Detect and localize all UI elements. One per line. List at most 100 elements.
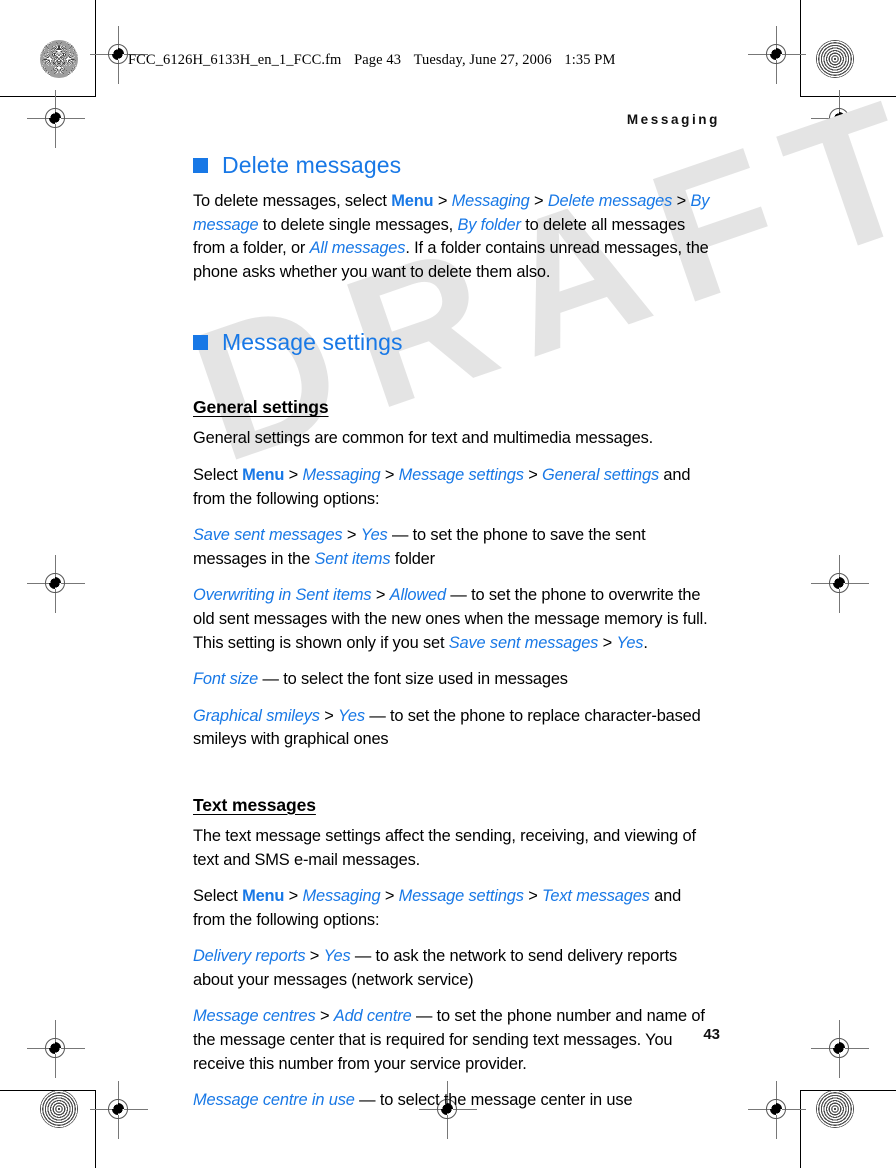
registration-mark-upper-left-edge [27, 90, 85, 148]
path-separator: > [672, 192, 691, 210]
path-separator: > [523, 465, 543, 484]
body-paragraph: Overwriting in Sent items > Allowed — to… [193, 584, 713, 655]
body-paragraph: Select Menu > Messaging > Message settin… [193, 464, 713, 511]
path-separator: > [433, 192, 452, 210]
path-separator: > [380, 465, 399, 484]
path-separator: > [305, 947, 324, 966]
subsection-spacer [193, 367, 713, 397]
path-separator: > [342, 526, 361, 545]
ui-setting-term: Allowed [389, 586, 447, 605]
registration-mark-mid-left [27, 555, 85, 613]
ui-setting-term: Messaging [302, 887, 381, 906]
text-run: Select [193, 887, 243, 906]
trim-line-right [800, 0, 801, 96]
ui-setting-term: Messaging [451, 192, 530, 210]
ui-menu-term: Menu [242, 465, 285, 484]
section-heading-label: Message settings [222, 329, 403, 356]
trim-line-left [95, 0, 96, 96]
rosette-target-bottom-left [40, 1090, 78, 1128]
registration-mark-lower-left-edge [27, 1020, 85, 1078]
text-run: to delete single messages, [258, 215, 458, 234]
body-paragraph: To delete messages, select Menu > Messag… [193, 190, 713, 284]
registration-mark-bottom-right [748, 1081, 806, 1139]
registration-mark-bottom-left [90, 1081, 148, 1139]
ui-setting-term: Yes [360, 526, 388, 545]
proof-file-header: FCC_6126H_6133H_en_1_FCC.fm Page 43 Tues… [128, 52, 624, 69]
proof-filename: FCC_6126H_6133H_en_1_FCC.fm [128, 52, 342, 68]
ui-setting-term: All messages [309, 239, 406, 258]
registration-mark-top-right [748, 26, 806, 84]
proof-time: 1:35 PM [564, 52, 616, 68]
path-separator: > [598, 633, 617, 652]
text-run: . [643, 633, 648, 652]
text-run: To delete messages, select [193, 192, 392, 210]
ui-setting-term: Message centre in use [193, 1091, 355, 1110]
page-content: Delete messages To delete messages, selec… [193, 152, 713, 1113]
body-paragraph: Graphical smileys > Yes — to set the pho… [193, 705, 713, 752]
subsection-heading: Text messages [193, 794, 316, 815]
body-paragraph: Delivery reports > Yes — to ask the netw… [193, 945, 713, 992]
running-head: Messaging [626, 112, 720, 127]
text-run: General settings are common for text and… [193, 429, 654, 448]
ui-setting-term: Message centres [193, 1007, 316, 1026]
body-paragraph: Font size — to select the font size used… [193, 668, 713, 692]
path-separator: > [284, 887, 303, 906]
body-paragraph: Save sent messages > Yes — to set the ph… [193, 524, 713, 571]
ui-setting-term: Text messages [542, 887, 650, 906]
rosette-target-bottom-right [816, 1090, 854, 1128]
body-paragraph: General settings are common for text and… [193, 427, 713, 451]
subsection-heading: General settings [193, 397, 329, 418]
text-run: The text message settings affect the sen… [193, 826, 696, 869]
ui-setting-term: Yes [323, 947, 351, 966]
ui-setting-term: Messaging [302, 465, 381, 484]
text-run: Select [193, 465, 243, 484]
trim-line-bottom-right [800, 1090, 896, 1091]
ui-setting-term: Font size [193, 670, 259, 689]
body-paragraph: Message centre in use — to select the me… [193, 1089, 713, 1113]
ui-setting-term: Message settings [398, 887, 524, 906]
ui-setting-term: By folder [457, 215, 521, 234]
trim-line-right-lower [800, 1090, 801, 1168]
path-separator: > [371, 586, 390, 605]
body-paragraph: The text message settings affect the sen… [193, 825, 713, 872]
text-run: folder [390, 549, 435, 568]
ui-setting-term: Message settings [398, 465, 524, 484]
section-bullet-square-icon [193, 335, 208, 351]
trim-line-top-left [0, 96, 96, 97]
path-separator: > [380, 887, 399, 906]
proof-date: Tuesday, June 27, 2006 [413, 52, 552, 68]
subsection-spacer [193, 765, 713, 795]
ui-setting-term: Add centre [333, 1007, 412, 1026]
ui-setting-term: Save sent messages [193, 526, 343, 545]
path-separator: > [315, 1007, 334, 1026]
trim-line-bottom-left [0, 1090, 96, 1091]
ui-setting-term: Delete messages [547, 192, 673, 210]
rosette-target-top-left [40, 40, 78, 78]
path-separator: > [319, 706, 339, 725]
registration-mark-mid-right [811, 555, 869, 613]
text-run: — to select the font size used in messag… [258, 670, 568, 689]
ui-setting-term: General settings [542, 465, 659, 484]
body-paragraph: Select Menu > Messaging > Message settin… [193, 885, 713, 932]
ui-setting-term: Delivery reports [193, 947, 306, 966]
registration-mark-lower-right-edge [811, 1020, 869, 1078]
ui-menu-term: Menu [242, 887, 285, 906]
text-run: — to select the message center in use [354, 1091, 633, 1110]
ui-setting-term: Overwriting in Sent items [193, 586, 372, 605]
path-separator: > [529, 192, 548, 210]
proof-page-label: Page 43 [354, 52, 402, 68]
ui-menu-term: Menu [391, 192, 434, 210]
trim-line-left-lower [95, 1090, 96, 1168]
section-heading: Message settings [193, 329, 713, 356]
ui-setting-term: Graphical smileys [193, 706, 320, 725]
body-paragraph: Message centres > Add centre — to set th… [193, 1005, 713, 1076]
section-heading-label: Delete messages [222, 152, 402, 178]
ui-setting-term: Sent items [314, 549, 391, 568]
section-heading: Delete messages [193, 152, 713, 179]
path-separator: > [284, 465, 303, 484]
path-separator: > [523, 887, 543, 906]
ui-setting-term: Yes [616, 633, 644, 652]
ui-setting-term: Save sent messages [448, 633, 599, 652]
ui-setting-term: Yes [338, 706, 365, 725]
